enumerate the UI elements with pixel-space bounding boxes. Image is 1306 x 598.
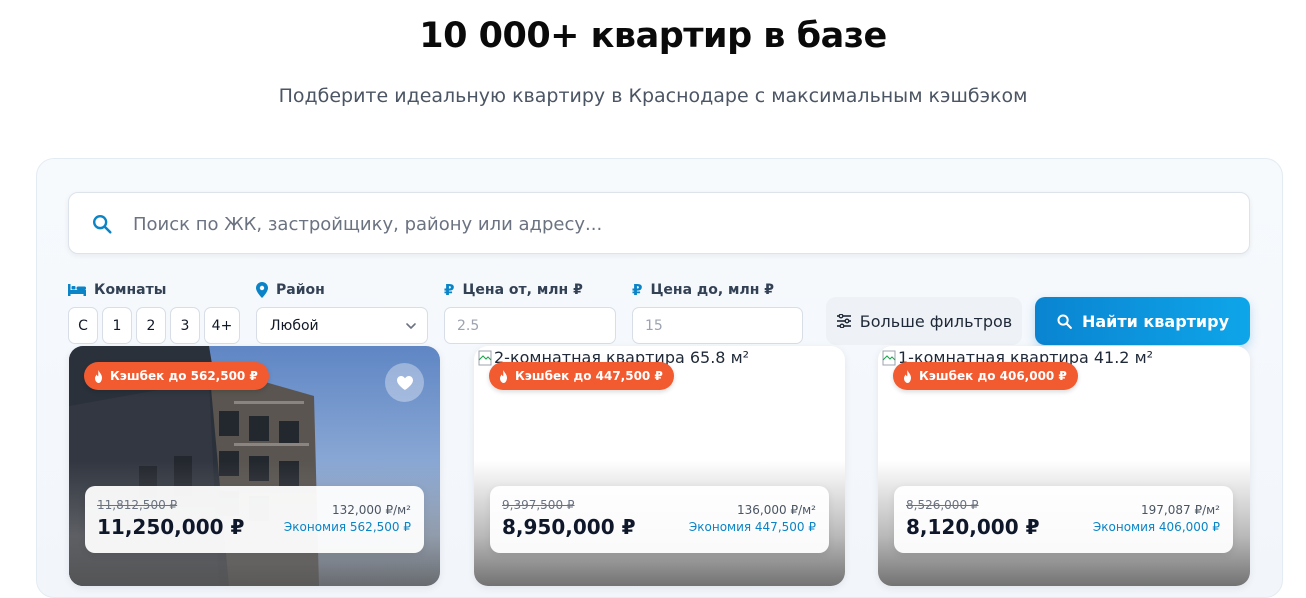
old-price: 11,812,500 ₽	[97, 498, 178, 512]
ruble-icon: ₽	[632, 281, 643, 299]
old-price: 8,526,000 ₽	[906, 498, 979, 512]
price-to-input[interactable]	[632, 307, 803, 344]
price-from-input[interactable]	[444, 307, 616, 344]
price-per-m2: 136,000 ₽/м²	[737, 503, 816, 517]
price-from-label: Цена от, млн ₽	[462, 282, 583, 298]
room-option-1[interactable]: 1	[102, 307, 132, 344]
apartment-card[interactable]: 1-комнатная квартира 41.2 м² Кэшбек до 4…	[878, 346, 1250, 586]
savings-amount: Экономия 562,500 ₽	[283, 520, 411, 534]
page-title: 10 000+ квартир в базе	[419, 16, 887, 56]
old-price: 9,397,500 ₽	[502, 498, 575, 512]
find-apartment-button[interactable]: Найти квартиру	[1035, 297, 1250, 345]
map-pin-icon	[256, 282, 268, 298]
price-per-m2: 197,087 ₽/м²	[1141, 503, 1220, 517]
favorite-button[interactable]	[385, 363, 424, 402]
district-filter-label: Район	[256, 280, 325, 300]
cashback-text: Кэшбек до 447,500 ₽	[515, 369, 663, 383]
heart-icon	[396, 375, 413, 390]
price-box: 11,812,500 ₽ 11,250,000 ₽ 132,000 ₽/м² Э…	[85, 486, 424, 553]
bed-icon	[68, 283, 86, 297]
price-from-filter-label: ₽ Цена от, млн ₽	[444, 280, 583, 300]
price-box: 9,397,500 ₽ 8,950,000 ₽ 136,000 ₽/м² Эко…	[490, 486, 829, 553]
fire-icon	[500, 369, 507, 383]
current-price: 8,120,000 ₽	[906, 515, 1040, 539]
search-input[interactable]	[133, 207, 1233, 241]
cashback-badge: Кэшбек до 406,000 ₽	[893, 362, 1078, 390]
rooms-label: Комнаты	[94, 282, 167, 298]
find-apartment-label: Найти квартиру	[1081, 311, 1230, 331]
search-icon	[93, 215, 112, 234]
district-select-value: Любой	[270, 317, 319, 334]
cashback-text: Кэшбек до 406,000 ₽	[919, 369, 1067, 383]
price-to-label: Цена до, млн ₽	[650, 282, 775, 298]
room-option-4plus[interactable]: 4+	[204, 307, 240, 344]
price-to-filter-label: ₽ Цена до, млн ₽	[632, 280, 774, 300]
apartment-card[interactable]: 2-комнатная квартира 65.8 м² Кэшбек до 4…	[474, 346, 845, 586]
current-price: 11,250,000 ₽	[97, 515, 245, 539]
broken-image-icon	[478, 350, 492, 365]
room-option-2[interactable]: 2	[136, 307, 166, 344]
price-box: 8,526,000 ₽ 8,120,000 ₽ 197,087 ₽/м² Эко…	[894, 486, 1233, 553]
price-per-m2: 132,000 ₽/м²	[332, 503, 411, 517]
chevron-down-icon	[406, 323, 416, 329]
room-option-studio[interactable]: С	[68, 307, 98, 344]
cashback-badge: Кэшбек до 447,500 ₽	[489, 362, 674, 390]
apartment-card[interactable]: Кэшбек до 562,500 ₽ 11,812,500 ₽ 11,250,…	[69, 346, 440, 586]
search-bar[interactable]	[68, 192, 1250, 254]
more-filters-label: Больше фильтров	[859, 311, 1013, 331]
more-filters-button[interactable]: Больше фильтров	[826, 297, 1022, 345]
district-select[interactable]: Любой	[256, 307, 428, 344]
ruble-icon: ₽	[444, 281, 455, 299]
search-icon	[1057, 313, 1072, 329]
sliders-icon	[836, 314, 851, 328]
room-option-3[interactable]: 3	[170, 307, 200, 344]
page-subtitle: Подберите идеальную квартиру в Краснодар…	[278, 85, 1028, 107]
fire-icon	[95, 369, 102, 383]
savings-amount: Экономия 406,000 ₽	[1092, 520, 1220, 534]
rooms-filter-label: Комнаты	[68, 280, 166, 300]
current-price: 8,950,000 ₽	[502, 515, 636, 539]
cashback-badge: Кэшбек до 562,500 ₽	[84, 362, 269, 390]
broken-image-icon	[882, 350, 896, 365]
district-label: Район	[276, 282, 325, 298]
fire-icon	[904, 369, 911, 383]
savings-amount: Экономия 447,500 ₽	[688, 520, 816, 534]
cashback-text: Кэшбек до 562,500 ₽	[110, 369, 258, 383]
